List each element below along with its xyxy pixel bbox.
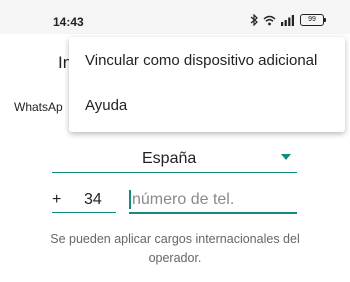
dropdown-arrow-icon	[281, 154, 291, 160]
country-name: España	[142, 150, 197, 167]
phone-placeholder: número de tel.	[132, 191, 235, 208]
status-bar: 14:43 99	[0, 0, 350, 34]
signal-icon	[281, 14, 294, 26]
menu-item-label: Vincular como dispositivo adicional	[85, 52, 318, 69]
status-time: 14:43	[53, 15, 84, 29]
country-dropdown[interactable]: España	[52, 146, 297, 173]
text-cursor	[129, 190, 131, 209]
wifi-icon	[263, 15, 276, 25]
battery-icon: 99	[300, 14, 326, 26]
phone-number-input[interactable]: número de tel.	[129, 188, 297, 214]
overflow-menu: Vincular como dispositivo adicional Ayud…	[69, 37, 345, 132]
country-code-value: 34	[84, 191, 102, 208]
menu-item-label: Ayuda	[85, 97, 128, 114]
menu-item-link-device[interactable]: Vincular como dispositivo adicional	[69, 39, 345, 85]
menu-item-help[interactable]: Ayuda	[69, 85, 345, 131]
carrier-charges-note: Se pueden aplicar cargos internacionales…	[50, 232, 300, 265]
page-description: WhatsAp	[14, 100, 63, 114]
status-icons: 99	[250, 14, 326, 26]
country-code-input[interactable]: + 34	[52, 188, 116, 213]
country-code-plus: +	[52, 191, 62, 208]
bluetooth-icon	[250, 14, 258, 26]
